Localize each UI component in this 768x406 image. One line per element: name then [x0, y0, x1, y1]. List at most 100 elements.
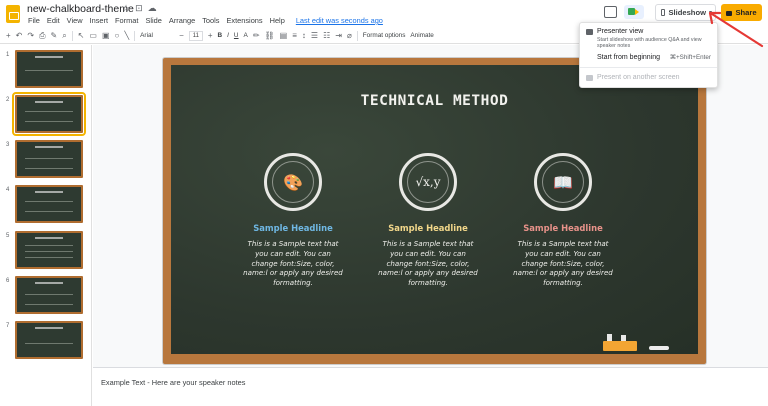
- meet-icon[interactable]: [624, 5, 644, 19]
- title-actions: ☆ ⊡ ☁: [122, 3, 157, 14]
- slide-thumbnail-2[interactable]: 2: [0, 92, 92, 137]
- feature-headline[interactable]: Sample Headline: [231, 223, 355, 233]
- clear-formatting-icon[interactable]: ⌀: [347, 31, 352, 40]
- slide-thumbnail-7[interactable]: 7: [0, 321, 92, 363]
- print-icon[interactable]: ⎙: [39, 31, 45, 41]
- bulleted-list-icon[interactable]: ☰: [311, 31, 318, 40]
- align-icon[interactable]: ≡: [292, 31, 297, 40]
- slide-thumbnail-1[interactable]: 1: [0, 50, 92, 92]
- feature-body-text[interactable]: This is a Sample text that you can edit.…: [366, 239, 490, 288]
- speaker-notes-text[interactable]: Example Text - Here are your speaker not…: [101, 378, 245, 387]
- slide-thumbnail-4[interactable]: 4: [0, 185, 92, 227]
- slide-canvas[interactable]: TECHNICAL METHOD 🎨 Sample Headline This …: [93, 45, 768, 367]
- slide-thumbnail-5[interactable]: 5: [0, 231, 92, 273]
- slide-filmstrip: 1 2 3 4 5 6 7: [0, 45, 92, 406]
- highlight-icon[interactable]: ✏: [253, 31, 260, 40]
- slide-thumbnail-6[interactable]: 6: [0, 276, 92, 318]
- presenter-view-description: Start slideshow with audience Q&A and vi…: [597, 37, 702, 49]
- star-icon[interactable]: ☆: [122, 3, 130, 14]
- shape-icon[interactable]: ○: [115, 31, 120, 40]
- toolbar-divider: [356, 30, 358, 41]
- document-title[interactable]: new-chalkboard-theme: [27, 3, 134, 15]
- line-spacing-icon[interactable]: ↕: [302, 31, 306, 40]
- menu-view[interactable]: View: [67, 16, 83, 25]
- menu-help[interactable]: Help: [270, 16, 285, 25]
- palette-circle: 🎨: [264, 153, 322, 211]
- menu-slide[interactable]: Slide: [145, 16, 161, 25]
- line-icon[interactable]: ╲: [124, 31, 129, 40]
- slide-number: 5: [6, 233, 10, 239]
- font-select[interactable]: Arial: [140, 32, 174, 39]
- menu-insert[interactable]: Insert: [90, 16, 108, 25]
- font-size-input[interactable]: 11: [188, 30, 203, 41]
- thumbnail-image: [15, 276, 83, 314]
- format-options-button[interactable]: Format options: [363, 32, 406, 39]
- bold-button[interactable]: B: [218, 32, 223, 39]
- book-icon: 📖: [553, 172, 573, 192]
- numbered-list-icon[interactable]: ☷: [323, 31, 330, 40]
- slide-number: 3: [6, 142, 10, 148]
- slide-number: 6: [6, 278, 10, 284]
- text-color-button[interactable]: A: [244, 32, 248, 39]
- palette-icon: 🎨: [283, 172, 303, 192]
- presenter-view-item[interactable]: Presenter view Start slideshow with audi…: [580, 28, 717, 49]
- presenter-view-icon: [586, 29, 593, 35]
- menu-file[interactable]: File: [28, 16, 40, 25]
- slide-title[interactable]: TECHNICAL METHOD: [171, 93, 698, 109]
- start-from-beginning-item[interactable]: Start from beginning ⌘+Shift+Enter: [580, 54, 717, 64]
- redo-icon[interactable]: ↷: [27, 31, 34, 40]
- feature-headline[interactable]: Sample Headline: [501, 223, 625, 233]
- current-slide[interactable]: TECHNICAL METHOD 🎨 Sample Headline This …: [163, 58, 706, 364]
- increase-font-icon[interactable]: +: [208, 31, 213, 40]
- link-icon[interactable]: ⛓: [265, 31, 275, 40]
- present-another-screen-item: Present on another screen: [580, 74, 717, 84]
- slideshow-icon: [661, 9, 666, 16]
- slides-logo-icon[interactable]: [6, 5, 20, 23]
- italic-button[interactable]: I: [227, 32, 229, 39]
- slideshow-button[interactable]: Slideshow: [655, 4, 707, 21]
- indent-icon[interactable]: ⇥: [335, 31, 342, 40]
- slide-thumbnail-3[interactable]: 3: [0, 140, 92, 182]
- select-icon[interactable]: ↖: [78, 31, 85, 40]
- menu-tools[interactable]: Tools: [202, 16, 219, 25]
- thumbnail-image: [15, 185, 83, 223]
- presenter-view-label: Presenter view: [597, 28, 644, 35]
- present-another-screen-label: Present on another screen: [597, 74, 680, 81]
- chalk-box-decoration: [603, 334, 637, 351]
- menu-bar: File Edit View Insert Format Slide Arran…: [28, 16, 383, 25]
- last-edit-link[interactable]: Last edit was seconds ago: [296, 16, 383, 25]
- chalkboard-background: TECHNICAL METHOD 🎨 Sample Headline This …: [171, 65, 698, 354]
- slide-number: 7: [6, 323, 10, 329]
- toolbar-divider: [71, 30, 73, 41]
- feature-column-1: 🎨 Sample Headline This is a Sample text …: [231, 153, 355, 288]
- zoom-icon[interactable]: ⌕: [62, 31, 66, 41]
- feature-column-3: 📖 Sample Headline This is a Sample text …: [501, 153, 625, 288]
- slide-number: 2: [6, 97, 10, 103]
- feature-headline[interactable]: Sample Headline: [366, 223, 490, 233]
- formula-icon: √x,y: [415, 175, 441, 189]
- menu-extensions[interactable]: Extensions: [226, 16, 262, 25]
- feature-body-text[interactable]: This is a Sample text that you can edit.…: [231, 239, 355, 288]
- slideshow-dropdown-menu: Presenter view Start slideshow with audi…: [579, 22, 718, 88]
- undo-icon[interactable]: ↶: [16, 31, 23, 40]
- underline-button[interactable]: U: [234, 32, 239, 39]
- move-to-folder-icon[interactable]: ⊡: [135, 3, 143, 14]
- menu-arrange[interactable]: Arrange: [169, 16, 195, 25]
- cast-icon: [586, 75, 593, 81]
- comment-icon[interactable]: ▤: [280, 31, 288, 40]
- image-icon[interactable]: ▣: [102, 31, 110, 40]
- feature-body-text[interactable]: This is a Sample text that you can edit.…: [501, 239, 625, 288]
- paint-format-icon[interactable]: ✎: [50, 31, 57, 40]
- thumbnail-image: [15, 140, 83, 178]
- animate-button[interactable]: Animate: [410, 32, 433, 39]
- chalk-stick-decoration: [649, 346, 669, 350]
- decrease-font-icon[interactable]: −: [179, 31, 184, 40]
- google-slides-window: new-chalkboard-theme ☆ ⊡ ☁ File Edit Vie…: [0, 0, 768, 406]
- new-slide-icon[interactable]: +: [6, 31, 11, 40]
- comment-history-icon[interactable]: [604, 6, 617, 18]
- menu-format[interactable]: Format: [115, 16, 138, 25]
- text-box-icon[interactable]: ▭: [89, 31, 97, 40]
- menu-edit[interactable]: Edit: [47, 16, 60, 25]
- annotation-arrow-icon: [708, 11, 764, 48]
- speaker-notes-panel[interactable]: Example Text - Here are your speaker not…: [93, 367, 768, 406]
